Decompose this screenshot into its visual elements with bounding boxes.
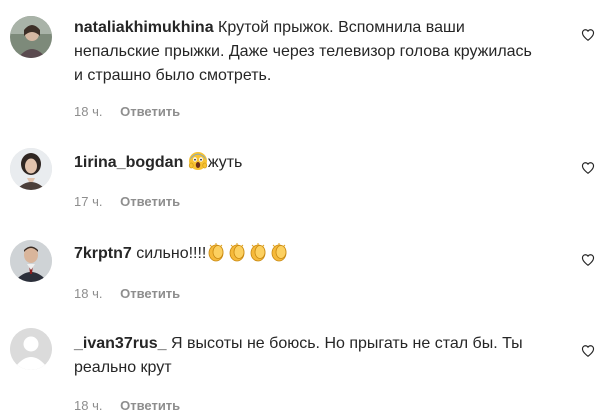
comment-text: 1irina_bogdan жуть bbox=[74, 151, 544, 179]
reply-button[interactable]: Ответить bbox=[120, 398, 180, 413]
comment-time[interactable]: 18 ч. bbox=[74, 398, 102, 413]
clapping-hands-icon bbox=[206, 242, 290, 270]
comment-username[interactable]: 7krptn7 bbox=[74, 245, 132, 262]
comment-item: nataliakhimukhina Крутой прыжок. Вспомни… bbox=[0, 0, 605, 130]
comment-item: 1irina_bogdan жуть 17 ч. Ответить bbox=[0, 130, 605, 220]
comment-meta: 17 ч. Ответить bbox=[74, 194, 180, 210]
heart-icon[interactable] bbox=[581, 253, 595, 267]
heart-icon[interactable] bbox=[581, 344, 595, 358]
comment-time[interactable]: 18 ч. bbox=[74, 286, 102, 301]
comment-meta: 18 ч. Ответить bbox=[74, 398, 180, 414]
comment-message: сильно!!!! bbox=[136, 245, 207, 262]
avatar[interactable] bbox=[10, 240, 52, 282]
comment-username[interactable]: 1irina_bogdan bbox=[74, 154, 183, 171]
reply-button[interactable]: Ответить bbox=[120, 286, 180, 301]
comment-item: _ivan37rus_ Я высоты не боюсь. Но прыгат… bbox=[0, 310, 605, 420]
avatar[interactable] bbox=[10, 328, 52, 370]
comment-username[interactable]: nataliakhimukhina bbox=[74, 19, 214, 36]
comment-meta: 18 ч. Ответить bbox=[74, 286, 180, 302]
comment-item: 7krptn7 сильно!!!! 18 ч. Ответить bbox=[0, 220, 605, 310]
comment-text: _ivan37rus_ Я высоты не боюсь. Но прыгат… bbox=[74, 332, 544, 380]
face-screaming-in-fear-icon bbox=[188, 151, 208, 179]
comment-text: 7krptn7 сильно!!!! bbox=[74, 242, 544, 270]
avatar[interactable] bbox=[10, 16, 52, 58]
comment-time[interactable]: 18 ч. bbox=[74, 104, 102, 119]
heart-icon[interactable] bbox=[581, 28, 595, 42]
reply-button[interactable]: Ответить bbox=[120, 104, 180, 119]
heart-icon[interactable] bbox=[581, 161, 595, 175]
comment-message: жуть bbox=[207, 154, 243, 171]
reply-button[interactable]: Ответить bbox=[120, 194, 180, 209]
avatar[interactable] bbox=[10, 148, 52, 190]
comment-text: nataliakhimukhina Крутой прыжок. Вспомни… bbox=[74, 16, 544, 88]
comment-meta: 18 ч. Ответить bbox=[74, 104, 180, 120]
comment-username[interactable]: _ivan37rus_ bbox=[74, 335, 167, 352]
comment-time[interactable]: 17 ч. bbox=[74, 194, 102, 209]
